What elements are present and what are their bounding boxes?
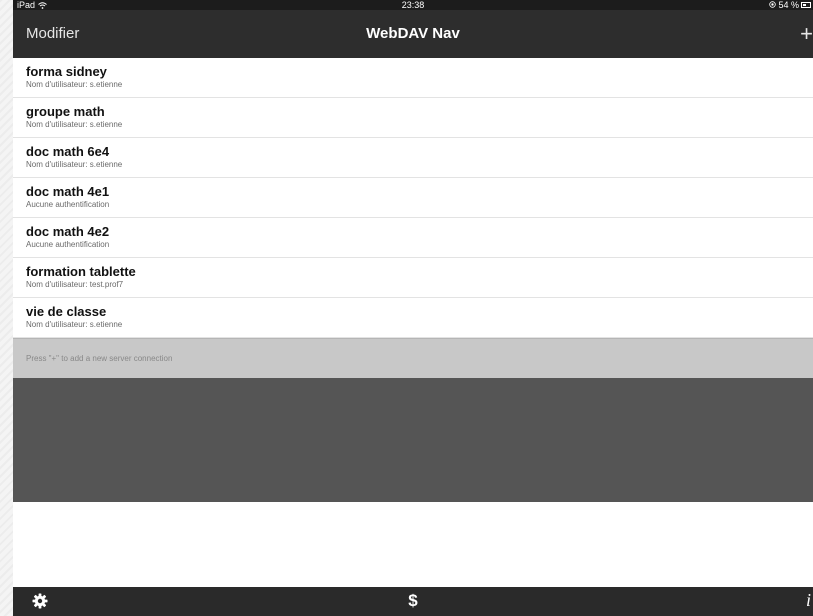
server-title: doc math 4e2 [26,224,110,239]
info-button[interactable]: i [806,590,811,611]
add-server-button[interactable]: + [800,10,813,58]
page-title: WebDAV Nav [366,25,460,42]
bottom-toolbar: $ i [13,587,813,616]
server-subtitle: Aucune authentification [26,240,110,249]
server-subtitle: Nom d'utilisateur: test.prof7 [26,280,124,289]
server-title: formation tablette [26,264,136,279]
battery-percent: 54 % [778,0,799,10]
status-battery-group: 54 % [769,0,811,10]
server-title: groupe math [26,104,105,119]
server-subtitle: Nom d'utilisateur: s.etienne [26,320,123,329]
list-item[interactable]: forma sidney Nom d'utilisateur: s.etienn… [13,58,813,98]
server-subtitle: Nom d'utilisateur: s.etienne [26,80,123,89]
empty-white-panel [13,502,813,588]
empty-dark-panel [13,378,813,502]
nav-bar: Modifier WebDAV Nav + [13,10,813,58]
list-item[interactable]: doc math 6e4 Nom d'utilisateur: s.etienn… [13,138,813,178]
list-item[interactable]: doc math 4e1 Aucune authentification [13,178,813,218]
server-title: doc math 6e4 [26,144,110,159]
list-item[interactable]: groupe math Nom d'utilisateur: s.etienne [13,98,813,138]
rotation-lock-icon [769,0,777,10]
status-bar: iPad 23:38 54 % [13,0,813,10]
list-item[interactable]: doc math 4e2 Aucune authentification [13,218,813,258]
store-button[interactable]: $ [13,591,813,611]
server-subtitle: Nom d'utilisateur: s.etienne [26,160,123,169]
server-title: forma sidney [26,64,107,79]
battery-icon [801,2,811,8]
ipad-screen: iPad 23:38 54 % Modifier WebDAV Nav + fo… [13,0,813,616]
server-list: forma sidney Nom d'utilisateur: s.etienn… [13,58,813,338]
list-item[interactable]: vie de classe Nom d'utilisateur: s.etien… [13,298,813,338]
server-title: doc math 4e1 [26,184,110,199]
list-item[interactable]: formation tablette Nom d'utilisateur: te… [13,258,813,298]
status-time: 23:38 [401,0,425,10]
server-subtitle: Nom d'utilisateur: s.etienne [26,120,123,129]
server-subtitle: Aucune authentification [26,200,110,209]
server-title: vie de classe [26,304,107,319]
hint-text: Press "+" to add a new server connection [13,338,813,378]
